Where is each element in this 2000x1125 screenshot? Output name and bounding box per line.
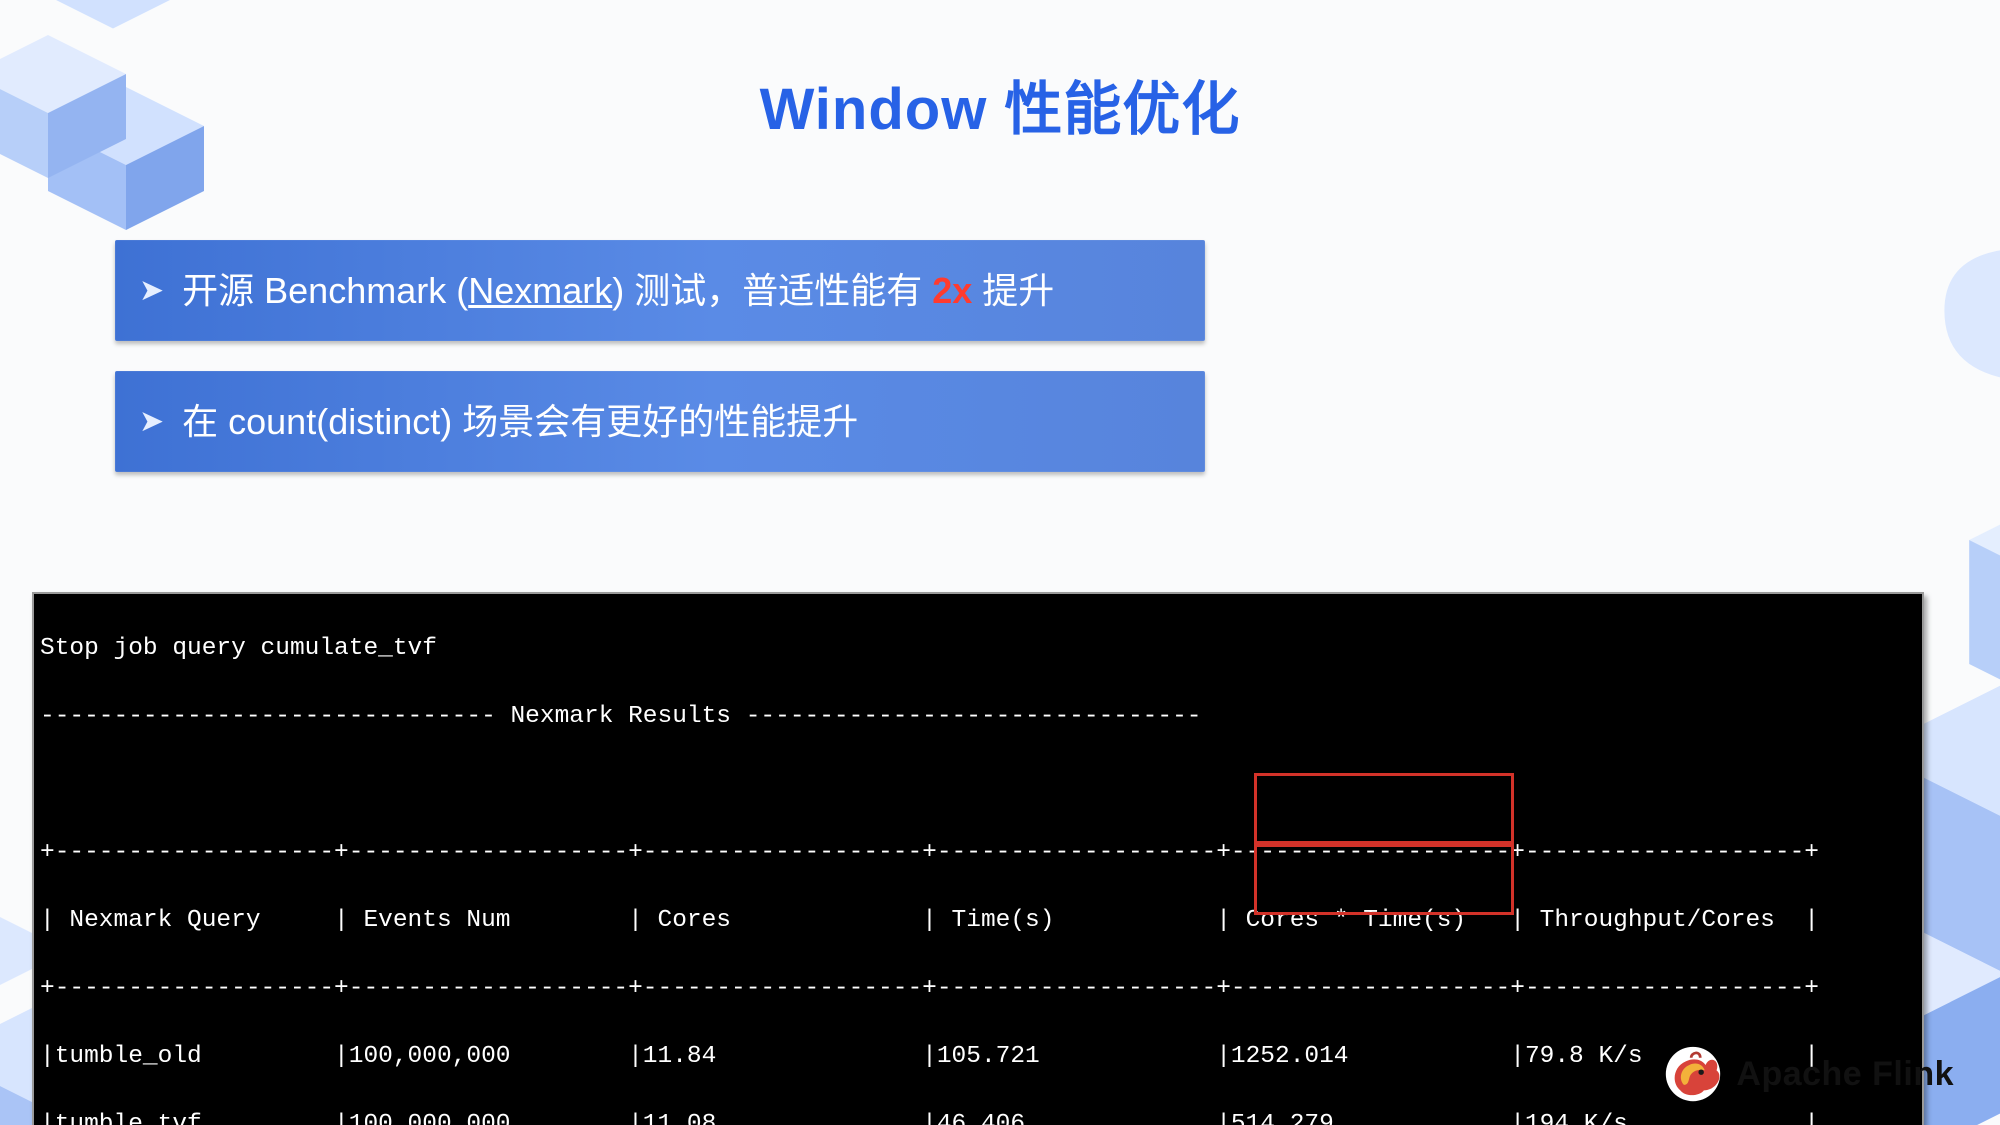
table-row: |tumble_old |100,000,000 |11.84 |105.721…	[40, 1040, 1916, 1074]
page-title: Window 性能优化	[0, 62, 2000, 146]
results-header: ------------------------------- Nexmark …	[40, 700, 1916, 734]
terminal-output: Stop job query cumulate_tvf ------------…	[34, 594, 1922, 1125]
chevron-right-icon: ➤	[139, 272, 164, 310]
flink-squirrel-icon	[1664, 1045, 1722, 1103]
nexmark-link[interactable]: Nexmark	[468, 270, 612, 311]
chevron-right-icon: ➤	[139, 403, 164, 441]
table-border: +-------------------+-------------------…	[40, 972, 1916, 1006]
footer-logo: Apache Flink	[1664, 1045, 1954, 1103]
callout-list: ➤ 开源 Benchmark (Nexmark) 测试，普适性能有 2x 提升 …	[115, 240, 1205, 502]
callout-text: 在 count(distinct) 场景会有更好的性能提升	[182, 399, 858, 444]
callout-benchmark: ➤ 开源 Benchmark (Nexmark) 测试，普适性能有 2x 提升	[115, 240, 1205, 341]
stop-line: Stop job query cumulate_tvf	[40, 632, 1916, 666]
callout-count-distinct: ➤ 在 count(distinct) 场景会有更好的性能提升	[115, 371, 1205, 472]
callout-text: 开源 Benchmark (Nexmark) 测试，普适性能有 2x 提升	[182, 268, 1054, 313]
highlight-2x: 2x	[932, 270, 972, 311]
terminal-window: Stop job query cumulate_tvf ------------…	[32, 592, 1924, 1125]
table-border: +-------------------+-------------------…	[40, 836, 1916, 870]
brand-text: Apache Flink	[1736, 1055, 1954, 1094]
table-header-row: | Nexmark Query | Events Num | Cores | T…	[40, 904, 1916, 938]
table-row: |tumble_tvf |100,000,000 |11.08 |46.406 …	[40, 1108, 1916, 1125]
